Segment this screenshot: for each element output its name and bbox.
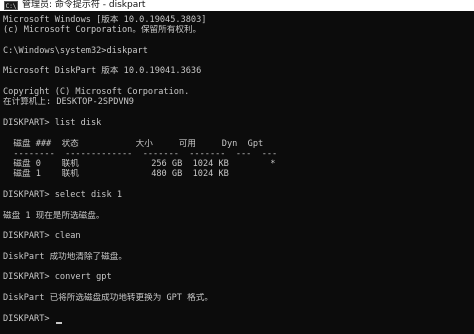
console-line: 在计算机上: DESKTOP-2SPDVN9 — [3, 97, 134, 108]
console-line: DISKPART> convert gpt — [3, 272, 112, 283]
window-title: 管理员: 命令提示符 - diskpart — [22, 0, 146, 10]
prompt-line[interactable]: DISKPART> — [3, 314, 474, 324]
disk-table-separator: -------- ------------- ------- ------- -… — [3, 148, 278, 159]
console-line: 磁盘 1 现在是所选磁盘。 — [3, 210, 105, 221]
console-output[interactable]: Microsoft Windows [版本 10.0.19045.3803] (… — [0, 11, 474, 334]
console-line: (c) Microsoft Corporation。保留所有权利。 — [3, 25, 202, 36]
console-line: Copyright (C) Microsoft Corporation. — [3, 87, 190, 98]
console-line: DiskPart 成功地清除了磁盘。 — [3, 251, 127, 262]
console-line: DISKPART> list disk — [3, 117, 102, 128]
console-line: DiskPart 已将所选磁盘成功地转更换为 GPT 格式。 — [3, 293, 213, 304]
prompt-text: DISKPART> — [3, 313, 55, 324]
disk-table-header: 磁盘 ### 状态 大小 可用 Dyn Gpt — [3, 138, 264, 149]
console-line: DISKPART> select disk 1 — [3, 190, 122, 201]
disk-table-row: 磁盘 0 联机 256 GB 1024 KB * — [3, 159, 276, 170]
text-cursor — [55, 321, 62, 324]
command-prompt-window: C:\ 管理员: 命令提示符 - diskpart Microsoft Wind… — [0, 0, 474, 334]
vertical-scrollbar[interactable] — [468, 11, 474, 334]
console-line: Microsoft DiskPart 版本 10.0.19041.3636 — [3, 66, 202, 77]
disk-table-row: 磁盘 1 联机 480 GB 1024 KB — [3, 169, 229, 180]
console-line: Microsoft Windows [版本 10.0.19045.3803] — [3, 15, 207, 25]
title-bar[interactable]: C:\ 管理员: 命令提示符 - diskpart — [0, 0, 474, 11]
console-line: DISKPART> clean — [3, 231, 81, 242]
console-line: C:\Windows\system32>diskpart — [3, 45, 148, 56]
cmd-app-icon: C:\ — [4, 1, 18, 10]
